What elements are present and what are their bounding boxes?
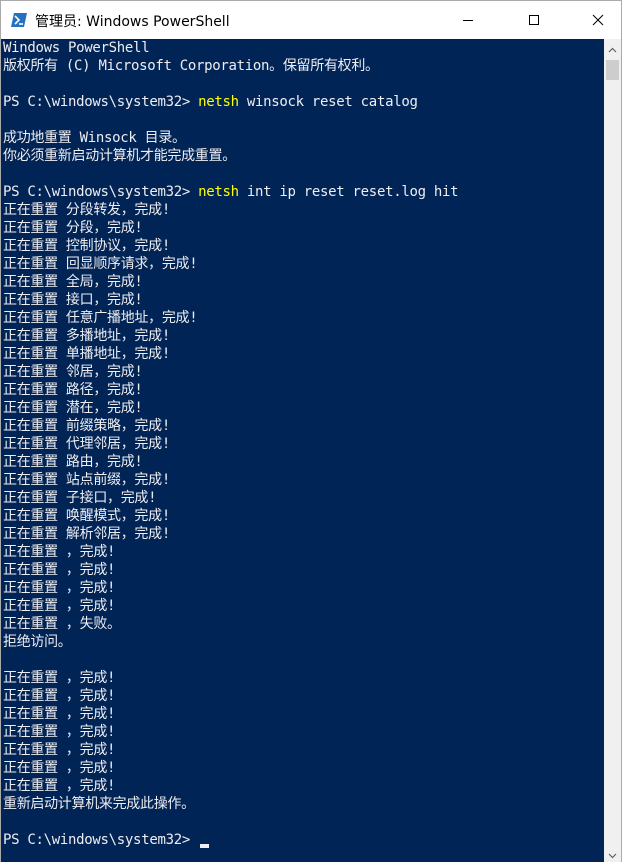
command-name: netsh: [198, 184, 239, 200]
output-line: 正在重置 ，完成!: [3, 778, 116, 794]
output-line: 正在重置 代理邻居，完成!: [3, 436, 170, 452]
powershell-icon[interactable]: [11, 12, 27, 28]
output-line: 正在重置 潜在，完成!: [3, 400, 143, 416]
maximize-icon: [528, 11, 540, 30]
output-line: 正在重置 分段，完成!: [3, 220, 143, 236]
command-args: int ip reset reset.log hit: [238, 184, 459, 200]
minimize-icon: [462, 11, 474, 30]
window-title: 管理员: Windows PowerShell: [35, 14, 230, 30]
output-line: 正在重置 控制协议，完成!: [3, 238, 170, 254]
maximize-button[interactable]: [511, 1, 557, 39]
output-line: 正在重置 ，完成!: [3, 580, 116, 596]
output-line: 版权所有 (C) Microsoft Corporation。保留所有权利。: [3, 58, 379, 74]
output-line: 正在重置 ，完成!: [3, 670, 116, 686]
output-line: 拒绝访问。: [3, 634, 72, 650]
output-line: 成功地重置 Winsock 目录。: [3, 130, 186, 146]
output-line: 正在重置 分段转发，完成!: [3, 202, 170, 218]
prompt-text: PS C:\windows\system32>: [3, 832, 199, 848]
output-line: 正在重置 单播地址，完成!: [3, 346, 170, 362]
output-line: 正在重置 ，完成!: [3, 760, 116, 776]
output-line: 正在重置 ，失败。: [3, 616, 121, 632]
close-icon: [592, 11, 604, 30]
scroll-up-arrow-icon: [608, 38, 617, 57]
output-line: 正在重置 全局，完成!: [3, 274, 143, 290]
output-line: 正在重置 ，完成!: [3, 724, 116, 740]
prompt-text: PS C:\windows\system32>: [3, 94, 199, 110]
output-line: 正在重置 任意广播地址，完成!: [3, 310, 198, 326]
output-line: 正在重置 唤醒模式，完成!: [3, 508, 170, 524]
prompt-line: PS C:\windows\system32>: [3, 831, 458, 849]
scroll-down-button[interactable]: [604, 845, 621, 862]
output-line: 正在重置 路由，完成!: [3, 454, 143, 470]
command-args: winsock reset catalog: [238, 94, 418, 110]
title-bar[interactable]: 管理员: Windows PowerShell: [1, 1, 621, 39]
output-line: 正在重置 ，完成!: [3, 742, 116, 758]
console-output[interactable]: Windows PowerShell 版权所有 (C) Microsoft Cor…: [1, 39, 604, 862]
vertical-scrollbar[interactable]: [604, 39, 621, 862]
output-line: 正在重置 ，完成!: [3, 544, 116, 560]
output-line: 重新启动计算机来完成此操作。: [3, 796, 195, 812]
output-line: 你必须重新启动计算机才能完成重置。: [3, 148, 236, 164]
scrollbar-thumb[interactable]: [606, 60, 619, 80]
output-line: 正在重置 ，完成!: [3, 688, 116, 704]
output-line: 正在重置 回显顺序请求，完成!: [3, 256, 198, 272]
prompt-text: PS C:\windows\system32>: [3, 184, 199, 200]
output-line: 正在重置 前缀策略，完成!: [3, 418, 170, 434]
output-line: 正在重置 ，完成!: [3, 598, 116, 614]
scroll-up-button[interactable]: [604, 39, 621, 56]
output-line: 正在重置 解析邻居，完成!: [3, 526, 170, 542]
prompt-line: PS C:\windows\system32> netsh int ip res…: [3, 183, 459, 201]
output-line: 正在重置 子接口，完成!: [3, 490, 157, 506]
output-line: 正在重置 站点前缀，完成!: [3, 472, 170, 488]
console-lines: Windows PowerShell 版权所有 (C) Microsoft Cor…: [3, 39, 459, 849]
output-line: 正在重置 路径，完成!: [3, 382, 143, 398]
prompt-line: PS C:\windows\system32> netsh winsock re…: [3, 93, 458, 111]
output-line: 正在重置 ，完成!: [3, 562, 116, 578]
text-cursor: [200, 844, 210, 848]
output-line: 正在重置 邻居，完成!: [3, 364, 143, 380]
output-line: Windows PowerShell: [3, 40, 150, 56]
command-name: netsh: [198, 94, 239, 110]
output-line: 正在重置 ，完成!: [3, 706, 116, 722]
output-line: 正在重置 多播地址，完成!: [3, 328, 170, 344]
scroll-down-arrow-icon: [608, 844, 617, 862]
close-button[interactable]: [575, 1, 621, 39]
minimize-button[interactable]: [445, 1, 491, 39]
powershell-window: 管理员: Windows PowerShell Windows PowerShe…: [0, 0, 622, 862]
output-line: 正在重置 接口，完成!: [3, 292, 143, 308]
